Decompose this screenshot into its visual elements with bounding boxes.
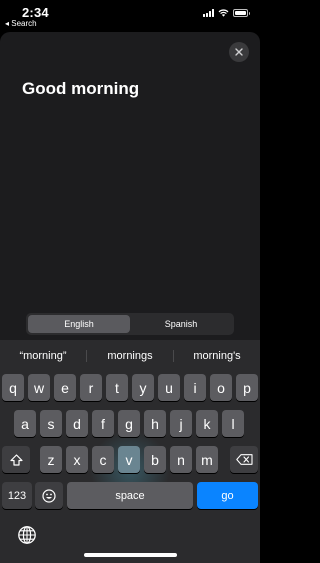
emoji-icon xyxy=(42,488,56,503)
cellular-signal-icon xyxy=(203,9,214,17)
shift-icon xyxy=(9,453,23,466)
home-indicator[interactable] xyxy=(84,553,177,557)
key-k[interactable]: k xyxy=(196,410,218,437)
key-a[interactable]: a xyxy=(14,410,36,437)
delete-key[interactable] xyxy=(230,446,258,473)
key-e[interactable]: e xyxy=(54,374,76,401)
key-z[interactable]: z xyxy=(40,446,62,473)
language-option-english[interactable]: English xyxy=(28,315,130,333)
key-t[interactable]: t xyxy=(106,374,128,401)
key-b[interactable]: b xyxy=(144,446,166,473)
key-w[interactable]: w xyxy=(28,374,50,401)
key-f[interactable]: f xyxy=(92,410,114,437)
back-to-search-link[interactable]: ◂ Search xyxy=(5,19,37,28)
key-d[interactable]: d xyxy=(66,410,88,437)
space-key[interactable]: space xyxy=(67,482,193,509)
key-h[interactable]: h xyxy=(144,410,166,437)
wifi-icon xyxy=(218,9,229,17)
key-j[interactable]: j xyxy=(170,410,192,437)
key-i[interactable]: i xyxy=(184,374,206,401)
translation-card: Good morning xyxy=(0,32,260,340)
key-p[interactable]: p xyxy=(236,374,258,401)
key-o[interactable]: o xyxy=(210,374,232,401)
key-m[interactable]: m xyxy=(196,446,218,473)
key-g[interactable]: g xyxy=(118,410,140,437)
keyboard: “morning” mornings morning's q w e r t y… xyxy=(0,340,260,563)
go-key[interactable]: go xyxy=(197,482,258,509)
key-n[interactable]: n xyxy=(170,446,192,473)
status-icons xyxy=(203,9,250,17)
battery-icon xyxy=(233,9,250,17)
translation-text[interactable]: Good morning xyxy=(22,79,139,99)
emoji-key[interactable] xyxy=(35,482,63,509)
key-l[interactable]: l xyxy=(222,410,244,437)
status-time: 2:34 xyxy=(22,5,49,20)
xmark-icon xyxy=(235,48,243,56)
suggestion-item[interactable]: mornings xyxy=(87,350,173,362)
suggestion-bar: “morning” mornings morning's xyxy=(0,346,260,366)
key-r[interactable]: r xyxy=(80,374,102,401)
language-toggle[interactable]: English Spanish xyxy=(26,313,234,335)
shift-key[interactable] xyxy=(2,446,30,473)
delete-icon xyxy=(235,454,253,465)
key-v[interactable]: v xyxy=(118,446,140,473)
close-button[interactable] xyxy=(229,42,249,62)
suggestion-item[interactable]: “morning” xyxy=(0,350,86,362)
key-u[interactable]: u xyxy=(158,374,180,401)
key-q[interactable]: q xyxy=(2,374,24,401)
key-c[interactable]: c xyxy=(92,446,114,473)
key-s[interactable]: s xyxy=(40,410,62,437)
numbers-key[interactable]: 123 xyxy=(2,482,32,509)
suggestion-item[interactable]: morning's xyxy=(174,350,260,362)
globe-key[interactable] xyxy=(17,525,37,545)
key-x[interactable]: x xyxy=(66,446,88,473)
language-option-spanish[interactable]: Spanish xyxy=(130,315,232,333)
status-bar: 2:34 ◂ Search xyxy=(0,0,260,32)
globe-icon xyxy=(18,526,36,544)
key-y[interactable]: y xyxy=(132,374,154,401)
